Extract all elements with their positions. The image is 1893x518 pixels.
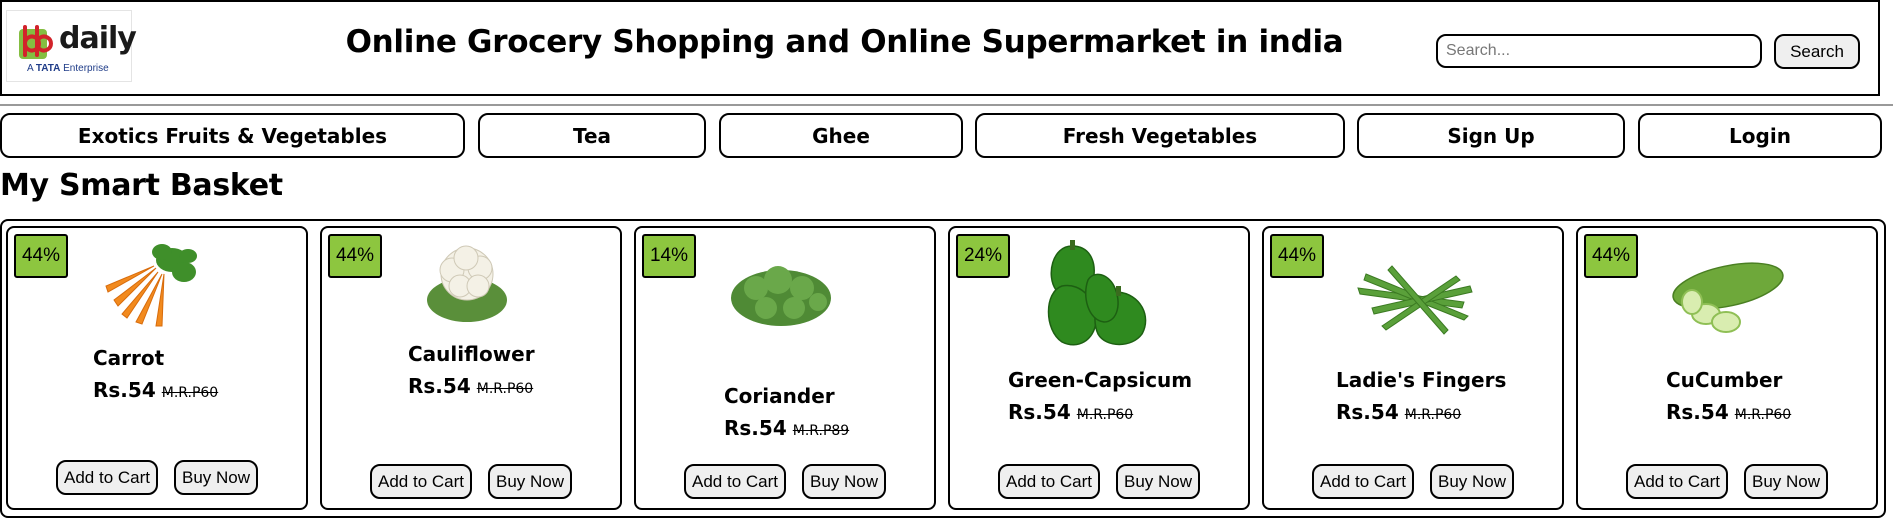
nav-exotics-fruits-vegetables[interactable]: Exotics Fruits & Vegetables xyxy=(0,113,465,158)
section-title: My Smart Basket xyxy=(0,168,283,203)
okra-image[interactable] xyxy=(1352,258,1476,338)
discount-badge: 24% xyxy=(956,234,1010,278)
price-current: Rs.54 xyxy=(93,378,156,402)
product-price: Rs.54 M.R.P60 xyxy=(1666,400,1791,424)
buy-now-button[interactable]: Buy Now xyxy=(1430,464,1514,499)
buy-now-button[interactable]: Buy Now xyxy=(1744,464,1828,499)
price-current: Rs.54 xyxy=(1336,400,1399,424)
product-name: Ladie's Fingers xyxy=(1336,368,1507,392)
price-mrp: M.R.P60 xyxy=(1734,407,1792,423)
search-input[interactable] xyxy=(1436,34,1762,68)
discount-badge: 44% xyxy=(328,234,382,278)
nav-ghee[interactable]: Ghee xyxy=(719,113,963,158)
bb-logo-icon xyxy=(19,25,53,59)
cauliflower-image[interactable] xyxy=(422,238,512,326)
product-name: Coriander xyxy=(724,384,835,408)
logo-brand-text: daily xyxy=(59,21,137,56)
price-mrp: M.R.P60 xyxy=(476,381,534,397)
product-card[interactable]: 44% Carrot Rs.54 M.R.P60 Add to Cart Buy … xyxy=(6,226,308,510)
price-current: Rs.54 xyxy=(724,416,787,440)
product-name: Cauliflower xyxy=(408,342,535,366)
bbdaily-logo[interactable]: daily A TATA Enterprise xyxy=(6,10,137,82)
product-price: Rs.54 M.R.P60 xyxy=(93,378,218,402)
buy-now-button[interactable]: Buy Now xyxy=(174,460,258,495)
buy-now-button[interactable]: Buy Now xyxy=(802,464,886,499)
product-price: Rs.54 M.R.P60 xyxy=(408,374,533,398)
capsicum-image[interactable] xyxy=(1042,236,1154,352)
product-price: Rs.54 M.R.P60 xyxy=(1008,400,1133,424)
discount-badge: 44% xyxy=(1584,234,1638,278)
buy-now-button[interactable]: Buy Now xyxy=(1116,464,1200,499)
add-to-cart-button[interactable]: Add to Cart xyxy=(998,464,1100,499)
nav-login[interactable]: Login xyxy=(1638,113,1882,158)
price-current: Rs.54 xyxy=(1666,400,1729,424)
nav-fresh-vegetables[interactable]: Fresh Vegetables xyxy=(975,113,1345,158)
nav-sign-up[interactable]: Sign Up xyxy=(1357,113,1625,158)
site-header: daily A TATA Enterprise Online Grocery S… xyxy=(0,0,1880,96)
add-to-cart-button[interactable]: Add to Cart xyxy=(1312,464,1414,499)
product-card[interactable]: 44% Ladie's Fingers Rs.54 M.R.P60 Add to … xyxy=(1262,226,1564,510)
logo-tagline: A TATA Enterprise xyxy=(27,63,109,74)
product-name: Green-Capsicum xyxy=(1008,368,1193,392)
add-to-cart-button[interactable]: Add to Cart xyxy=(1626,464,1728,499)
product-price: Rs.54 M.R.P60 xyxy=(1336,400,1461,424)
buy-now-button[interactable]: Buy Now xyxy=(488,464,572,499)
add-to-cart-button[interactable]: Add to Cart xyxy=(370,464,472,499)
discount-badge: 44% xyxy=(14,234,68,278)
discount-badge: 44% xyxy=(1270,234,1324,278)
header-divider xyxy=(0,104,1893,106)
price-mrp: M.R.P60 xyxy=(1404,407,1462,423)
price-mrp: M.R.P89 xyxy=(792,423,850,439)
cucumber-image[interactable] xyxy=(1666,262,1786,338)
product-price: Rs.54 M.R.P89 xyxy=(724,416,849,440)
product-card[interactable]: 24% Green-Capsicum Rs.54 M.R.P60 Add to C… xyxy=(948,226,1250,510)
product-card[interactable]: 44% Cauliflower Rs.54 M.R.P60 Add to Cart… xyxy=(320,226,622,510)
product-card[interactable]: 44% CuCumber Rs.54 M.R.P60 Add to Cart Bu… xyxy=(1576,226,1878,510)
product-card[interactable]: 14% Coriander Rs.54 M.R.P89 Add to Cart B… xyxy=(634,226,936,510)
price-current: Rs.54 xyxy=(408,374,471,398)
price-mrp: M.R.P60 xyxy=(161,385,219,401)
page-title: Online Grocery Shopping and Online Super… xyxy=(345,24,1344,60)
product-name: Carrot xyxy=(93,346,165,370)
price-current: Rs.54 xyxy=(1008,400,1071,424)
add-to-cart-button[interactable]: Add to Cart xyxy=(684,464,786,499)
coriander-image[interactable] xyxy=(726,258,836,332)
carrot-image[interactable] xyxy=(96,238,206,328)
search-button[interactable]: Search xyxy=(1774,34,1860,69)
discount-badge: 14% xyxy=(642,234,696,278)
add-to-cart-button[interactable]: Add to Cart xyxy=(56,460,158,495)
nav-tea[interactable]: Tea xyxy=(478,113,706,158)
price-mrp: M.R.P60 xyxy=(1076,407,1134,423)
product-name: CuCumber xyxy=(1666,368,1783,392)
